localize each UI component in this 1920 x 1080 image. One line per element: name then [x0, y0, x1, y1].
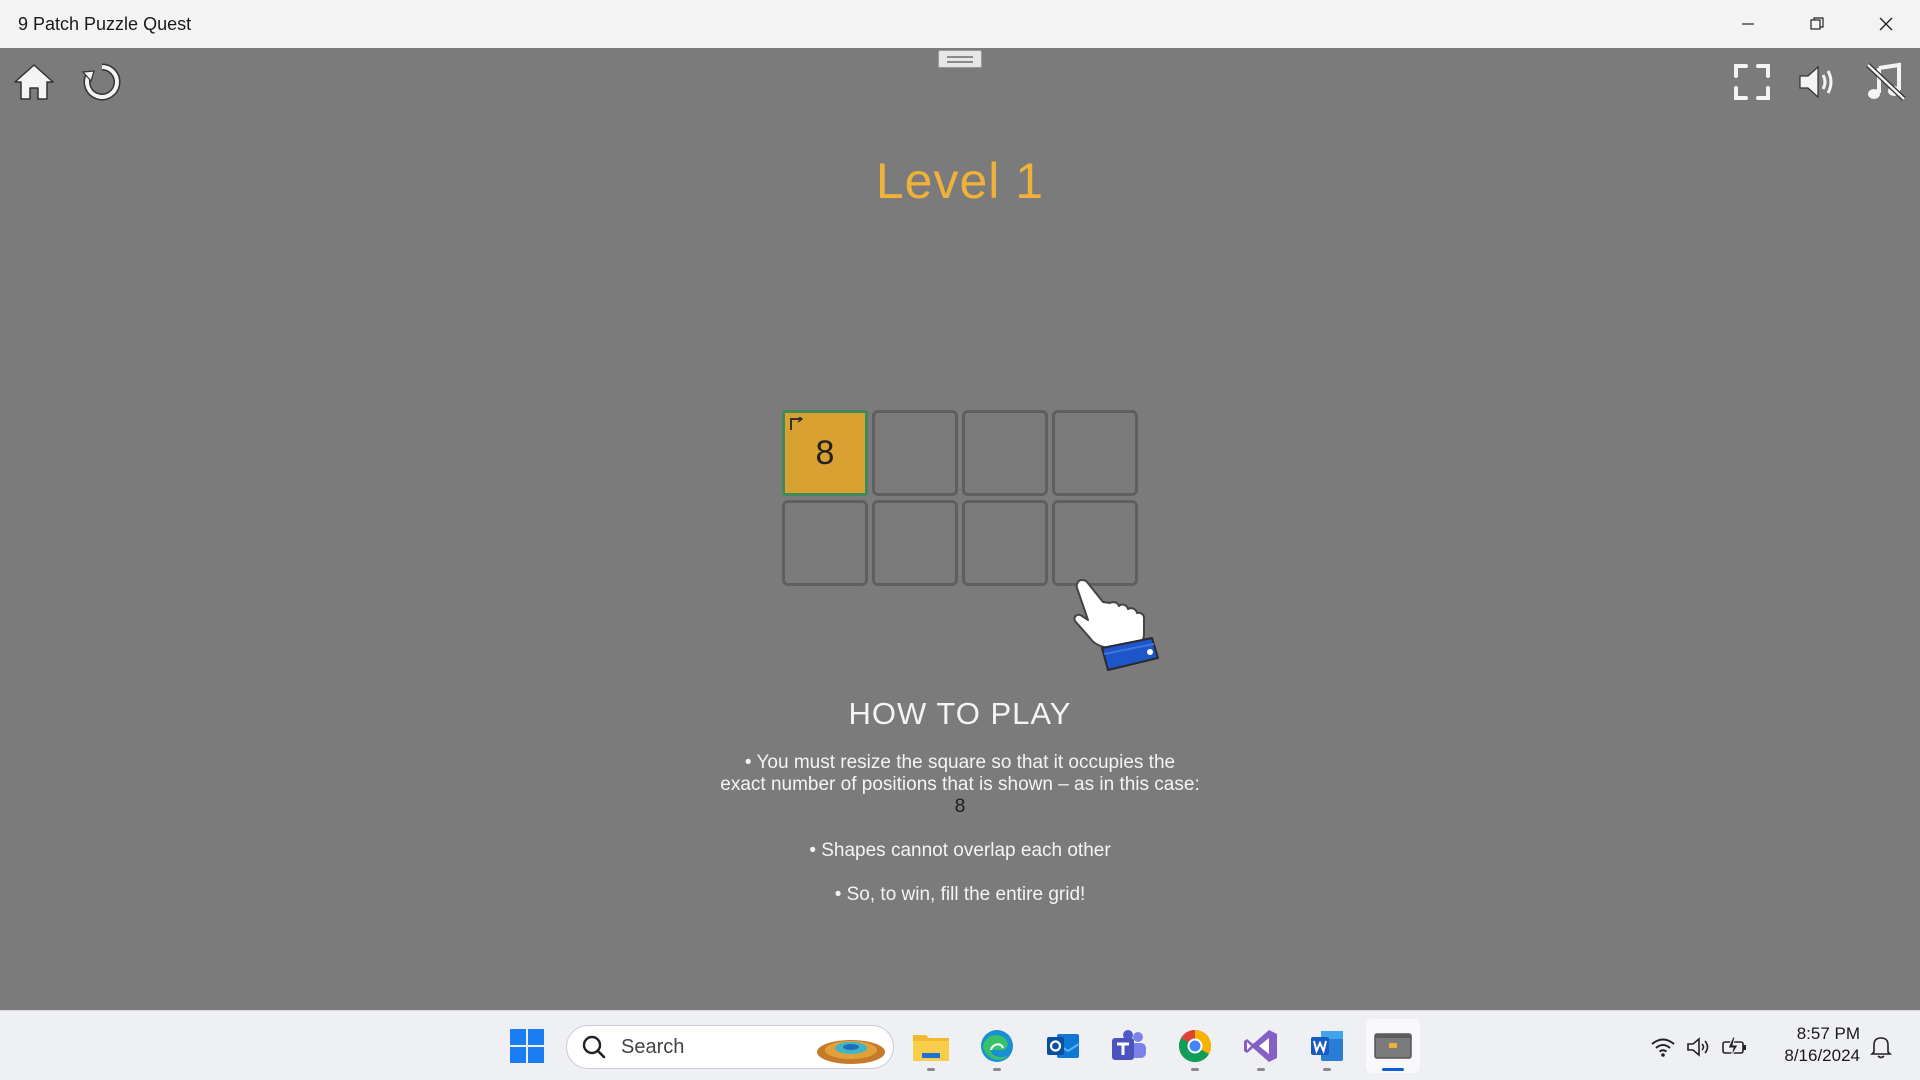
window-controls [1713, 0, 1920, 48]
tutorial-hand-pointer-icon [1073, 579, 1159, 671]
close-icon [1879, 17, 1892, 31]
grid-cell[interactable] [872, 500, 958, 586]
taskbar-chrome[interactable] [1168, 1019, 1222, 1073]
running-indicator [1323, 1068, 1331, 1071]
game-window-icon [1374, 1033, 1412, 1059]
search-icon [582, 1035, 606, 1059]
rule-resize-value: 8 [954, 796, 966, 817]
taskbar-word[interactable] [1300, 1019, 1354, 1073]
chrome-icon [1178, 1030, 1212, 1063]
restore-icon [1809, 17, 1824, 30]
home-icon [14, 64, 54, 100]
grid-cell[interactable] [782, 500, 868, 586]
wifi-icon [1651, 1038, 1675, 1057]
file-explorer-icon [913, 1035, 949, 1061]
outlook-icon [1047, 1034, 1080, 1058]
grid-cell[interactable] [1052, 410, 1138, 496]
running-indicator [1191, 1068, 1199, 1071]
rule-fill-grid: • So, to win, fill the entire grid! [834, 884, 1086, 905]
restore-button[interactable] [1782, 0, 1851, 48]
title-bar: 9 Patch Puzzle Quest [0, 0, 1920, 48]
close-button[interactable] [1851, 0, 1920, 48]
volume-icon [1687, 1037, 1709, 1057]
clock-date: 8/16/2024 [1784, 1046, 1860, 1065]
taskbar-outlook[interactable] [1036, 1019, 1090, 1073]
grid-cell[interactable] [962, 410, 1048, 496]
taskbar-visual-studio[interactable] [1234, 1019, 1288, 1073]
running-indicator [927, 1068, 935, 1071]
running-indicator [993, 1068, 1001, 1071]
taskbar-game-window[interactable] [1366, 1019, 1420, 1073]
notifications-button[interactable] [1866, 1025, 1896, 1069]
puzzle-grid: 8 [782, 410, 1138, 586]
word-icon [1311, 1031, 1343, 1061]
search-highlight-icon [817, 1040, 885, 1064]
restart-icon [82, 63, 121, 101]
restart-button[interactable] [78, 58, 126, 106]
taskbar-search[interactable]: Search [566, 1025, 894, 1069]
active-shape-cell[interactable]: 8 [782, 410, 868, 496]
wifi-button[interactable] [1648, 1025, 1678, 1069]
taskbar-clock[interactable]: 8:57 PM 8/16/2024 [1762, 1023, 1860, 1067]
visual-studio-icon [1244, 1030, 1277, 1062]
start-icon [510, 1029, 544, 1063]
search-label: Search [621, 1035, 685, 1058]
game-area: Level 1 8 HOW TO PLAY • You must resize … [0, 48, 1920, 1010]
sound-button[interactable] [1794, 58, 1842, 106]
battery-charging-icon [1722, 1036, 1746, 1058]
how-to-play-panel: HOW TO PLAY • You must resize the square… [0, 696, 1920, 928]
cell-target-number: 8 [815, 433, 835, 472]
drag-handle[interactable] [938, 50, 982, 68]
taskbar-edge[interactable] [970, 1019, 1024, 1073]
fullscreen-icon [1734, 64, 1770, 100]
resize-handle-icon[interactable] [789, 417, 803, 431]
sound-icon [1799, 65, 1833, 99]
grid-cell[interactable] [962, 500, 1048, 586]
start-button[interactable] [500, 1019, 554, 1073]
running-indicator [1257, 1068, 1265, 1071]
how-to-play-heading: HOW TO PLAY [848, 696, 1072, 731]
grid-cell[interactable] [1052, 500, 1138, 586]
fullscreen-button[interactable] [1728, 58, 1776, 106]
taskbar: Search 8:57 PM 8/16/2024 [0, 1010, 1920, 1080]
window-title: 9 Patch Puzzle Quest [18, 13, 192, 34]
notification-bell-icon [1870, 1037, 1892, 1059]
edge-icon [981, 1030, 1013, 1062]
rule-resize: • You must resize the square so that it … [720, 752, 1200, 818]
music-button[interactable] [1862, 58, 1910, 106]
taskbar-file-explorer[interactable] [904, 1019, 958, 1073]
clock-time: 8:57 PM [1796, 1024, 1860, 1043]
grid-cell[interactable] [872, 410, 958, 496]
minimize-icon [1741, 23, 1754, 25]
teams-icon [1112, 1030, 1146, 1060]
active-indicator [1382, 1068, 1404, 1071]
rule-resize-text: • You must resize the square so that it … [720, 752, 1200, 795]
rule-no-overlap: • Shapes cannot overlap each other [809, 840, 1111, 861]
taskbar-teams[interactable] [1102, 1019, 1156, 1073]
home-button[interactable] [10, 58, 58, 106]
minimize-button[interactable] [1713, 0, 1782, 48]
music-off-icon [1866, 62, 1906, 101]
level-title: Level 1 [875, 153, 1045, 209]
volume-button[interactable] [1684, 1025, 1714, 1069]
battery-button[interactable] [1720, 1025, 1750, 1069]
